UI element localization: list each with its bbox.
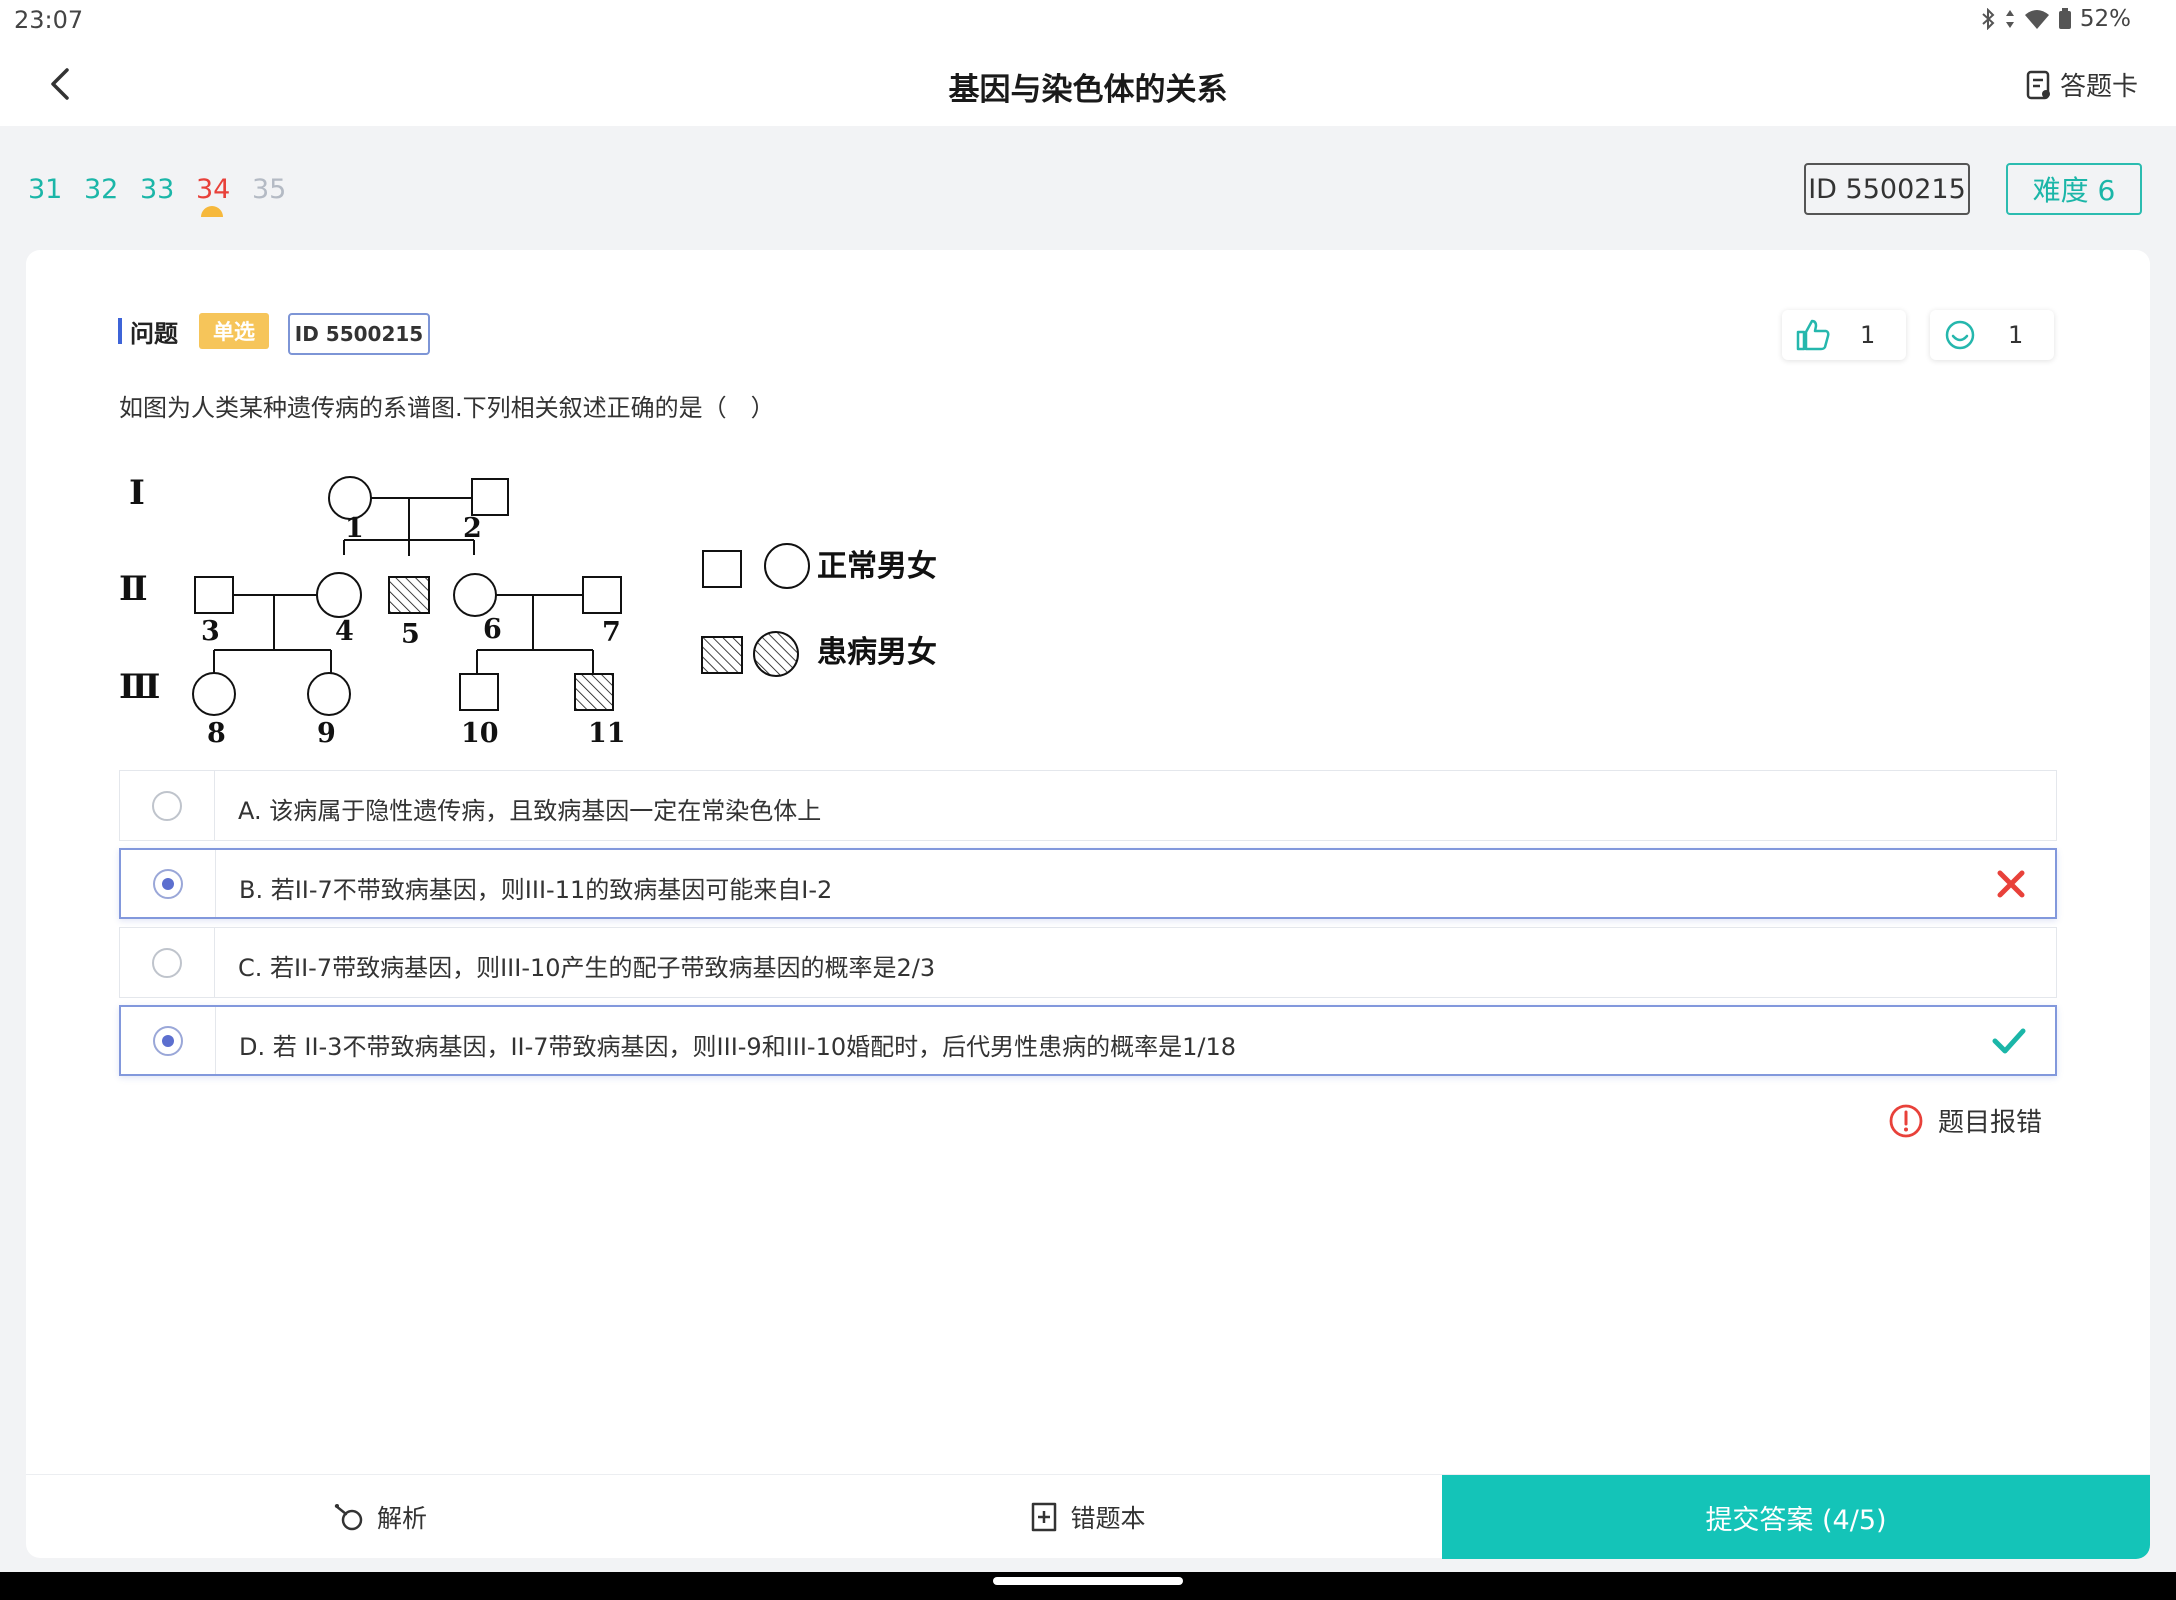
cross-icon [1997,870,2025,898]
question-label: 问题 [130,320,178,348]
alert-circle-icon [1889,1104,1923,1137]
notebook-button[interactable]: 错题本 [734,1475,1442,1559]
legend-normal-male [702,550,742,588]
battery-icon [2058,8,2071,29]
report-error-label: 题目报错 [1938,1108,2043,1138]
option-d[interactable]: D. 若 II-3不带致病基因，II-7带致病基因，则III-9和III-10婚… [119,1005,2057,1076]
app-header: 基因与染色体的关系 答题卡 [0,42,2176,126]
status-icons: 52% [1980,6,2131,32]
option-a-radio[interactable] [152,790,182,821]
option-c[interactable]: C. 若II-7带致病基因，则III-10产生的配子带致病基因的概率是2/3 [119,927,2057,998]
option-b[interactable]: B. 若II-7不带致病基因，则III-11的致病基因可能来自I-2 [119,848,2057,919]
answer-card-button[interactable]: 答题卡 [2026,66,2138,103]
report-error-button[interactable]: 题目报错 [1888,1102,2042,1139]
question-number-32[interactable]: 32 [84,174,118,205]
individual-label-7: 7 [602,617,621,648]
answer-card-label: 答题卡 [2059,72,2138,102]
option-c-text: C. 若II-7带致病基因，则III-10产生的配子带致病基因的概率是2/3 [238,954,936,982]
option-a-radio-cell [120,771,215,840]
legend-normal-female [764,543,810,589]
legend-normal-label: 正常男女 [817,549,937,584]
legend-affected-label: 患病男女 [817,635,937,670]
generation-label-1: Ⅰ [129,473,145,513]
like-count: 1 [1860,321,1876,349]
option-b-radio-cell [121,850,216,917]
analysis-label: 解析 [376,1504,427,1533]
wifi-icon [2024,10,2049,29]
question-nav: 31 32 33 34 35 ID 5500215 难度 6 [0,126,2176,250]
individual-5 [388,576,430,614]
option-a[interactable]: A. 该病属于隐性遗传病，且致病基因一定在常染色体上 [119,770,2057,841]
question-number-35[interactable]: 35 [252,174,286,205]
option-c-radio-cell [120,928,215,997]
generation-label-3: Ⅲ [119,667,160,707]
smile-icon [1945,320,1975,350]
individual-label-3: 3 [201,616,220,647]
question-number-31[interactable]: 31 [28,174,62,205]
status-time: 23:07 [14,6,84,34]
bluetooth-icon [1982,8,1995,30]
individual-10 [459,673,499,711]
individual-label-11: 11 [588,718,626,749]
individual-label-1: 1 [345,513,364,544]
bottom-action-bar: 解析 错题本 提交答案 (4/5) [26,1474,2150,1559]
individual-9 [307,672,351,716]
individual-2 [471,478,509,516]
smile-button[interactable]: 1 [1930,310,2054,360]
current-question-indicator [201,206,223,217]
individual-label-5: 5 [401,619,420,650]
pedigree-chart: Ⅰ Ⅱ Ⅲ 1 2 3 4 5 6 7 8 9 10 11 正常男女 患病男女 [119,473,937,749]
option-a-text: A. 该病属于隐性遗传病，且致病基因一定在常染色体上 [238,797,822,825]
individual-label-10: 10 [461,718,499,749]
system-nav-bar [0,1572,2176,1600]
battery-level: 52% [2079,6,2131,32]
individual-label-6: 6 [483,614,502,645]
notebook-label: 错题本 [1070,1504,1146,1533]
individual-11 [574,673,614,711]
individual-8 [192,672,236,716]
question-label-bar [118,318,122,344]
analysis-button[interactable]: 解析 [26,1475,734,1559]
option-d-radio-cell [121,1007,216,1074]
data-arrows-icon [2005,10,2014,28]
notebook-icon [1032,1502,1057,1532]
individual-6 [453,573,497,617]
generation-label-2: Ⅱ [119,569,148,609]
submit-answer-button[interactable]: 提交答案 (4/5) [1442,1475,2150,1559]
status-bar: 23:07 52% [0,0,2176,42]
individual-4 [316,572,362,618]
home-indicator[interactable] [993,1577,1183,1585]
individual-7 [582,576,622,614]
question-stem: 如图为人类某种遗传病的系谱图.下列相关叙述正确的是（ ） [119,394,775,422]
option-b-radio[interactable] [153,868,183,899]
analysis-icon [334,1504,363,1531]
question-type-badge: 单选 [199,313,269,349]
option-d-radio[interactable] [153,1025,183,1056]
like-button[interactable]: 1 [1782,310,1906,360]
check-icon [1992,1028,2026,1054]
difficulty-chip: 难度 6 [2006,163,2142,215]
option-d-text: D. 若 II-3不带致病基因，II-7带致病基因，则III-9和III-10婚… [239,1033,1237,1061]
question-id-chip: ID 5500215 [1804,163,1970,215]
option-b-text: B. 若II-7不带致病基因，则III-11的致病基因可能来自I-2 [239,876,833,904]
individual-label-2: 2 [463,513,482,544]
answer-card-icon [2026,70,2050,99]
thumbs-up-icon [1796,319,1830,351]
individual-label-9: 9 [317,718,336,749]
option-c-radio[interactable] [152,947,182,978]
question-number-34[interactable]: 34 [196,174,230,205]
question-id-badge: ID 5500215 [288,313,430,355]
question-card: 问题 单选 ID 5500215 1 1 如图为人类某种遗传病的系谱图.下列相关… [26,250,2150,1559]
individual-label-4: 4 [335,616,354,647]
question-number-33[interactable]: 33 [140,174,174,205]
legend-affected-male [701,636,743,674]
smile-count: 1 [2008,321,2024,349]
individual-label-8: 8 [207,718,226,749]
individual-3 [194,576,234,614]
page-title: 基因与染色体的关系 [948,72,1228,108]
legend-affected-female [753,631,799,677]
